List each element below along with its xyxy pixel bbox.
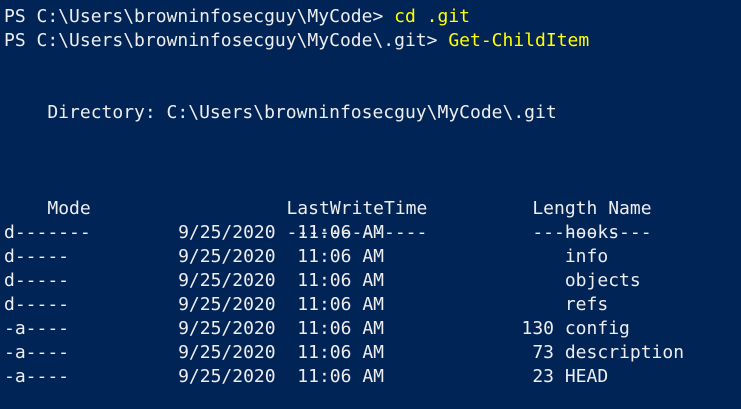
row-time: 11:06 AM: [297, 294, 384, 315]
row-mode: d-----: [4, 222, 70, 243]
row-mode: -a----: [4, 342, 70, 363]
table-header: Mode LastWriteTime Length Name: [4, 173, 741, 219]
row-lastwritetime: 9/25/2020 11:06 AM: [134, 269, 384, 293]
row-date: 9/25/2020: [178, 270, 276, 291]
row-length: 73: [532, 342, 554, 363]
command-text: Get-ChildItem: [448, 30, 590, 51]
row-name: HEAD: [564, 366, 609, 387]
table-row: d----- 9/25/2020 11:06 AM refs: [4, 293, 741, 317]
row-mode: -a----: [4, 366, 70, 387]
row-time: 11:06 AM: [297, 246, 384, 267]
row-name: info: [564, 246, 609, 267]
row-lastwritetime: 9/25/2020 11:06 AM: [134, 245, 384, 269]
row-lastwritetime: 9/25/2020 11:06 AM: [134, 365, 384, 389]
header-lastwritetime: LastWriteTime: [286, 198, 428, 219]
prompt-line-1: PS C:\Users\browninfosecguy\MyCode> cd .…: [4, 5, 741, 29]
directory-listing: d----- 9/25/2020 11:06 AM hooks d----- 9/25…: [4, 221, 741, 389]
row-date: 9/25/2020: [178, 318, 276, 339]
row-name: description: [564, 342, 685, 363]
header-name: Name: [608, 198, 652, 219]
row-date: 9/25/2020: [178, 294, 276, 315]
header-length: Length: [532, 198, 598, 219]
row-date: 9/25/2020: [178, 222, 276, 243]
row-mode: -a----: [4, 318, 70, 339]
row-mode: d-----: [4, 270, 70, 291]
row-time: 11:06 AM: [297, 222, 384, 243]
directory-line: Directory: C:\Users\browninfosecguy\MyCo…: [4, 102, 557, 123]
table-row: d----- 9/25/2020 11:06 AM info: [4, 245, 741, 269]
prompt-text: PS C:\Users\browninfosecguy\MyCode>: [4, 6, 395, 27]
table-row: -a---- 9/25/2020 11:06 AM 73 description: [4, 341, 741, 365]
row-name: refs: [564, 294, 609, 315]
table-row: -a---- 9/25/2020 11:06 AM 130 config: [4, 317, 741, 341]
row-mode: d-----: [4, 246, 70, 267]
row-name: config: [564, 318, 630, 339]
row-lastwritetime: 9/25/2020 11:06 AM: [134, 221, 384, 245]
row-name: objects: [564, 270, 641, 291]
row-length: 130: [521, 318, 554, 339]
row-time: 11:06 AM: [297, 366, 384, 387]
row-date: 9/25/2020: [178, 246, 276, 267]
row-time: 11:06 AM: [297, 318, 384, 339]
row-name: hooks: [564, 222, 620, 243]
powershell-console[interactable]: PS C:\Users\browninfosecguy\MyCode> cd .…: [0, 0, 741, 409]
row-length: 23: [532, 366, 554, 387]
row-time: 11:06 AM: [297, 342, 384, 363]
prompt-line-2: PS C:\Users\browninfosecguy\MyCode\.git>…: [4, 29, 741, 53]
prompt-text: PS C:\Users\browninfosecguy\MyCode\.git>: [4, 30, 449, 51]
row-date: 9/25/2020: [178, 366, 276, 387]
row-lastwritetime: 9/25/2020 11:06 AM: [134, 317, 384, 341]
row-time: 11:06 AM: [297, 270, 384, 291]
row-lastwritetime: 9/25/2020 11:06 AM: [134, 341, 384, 365]
header-mode: Mode: [47, 198, 91, 219]
row-lastwritetime: 9/25/2020 11:06 AM: [134, 293, 384, 317]
table-row: -a---- 9/25/2020 11:06 AM 23 HEAD: [4, 365, 741, 389]
command-text: cd .git: [394, 6, 470, 27]
table-row: d----- 9/25/2020 11:06 AM objects: [4, 269, 741, 293]
row-mode: d-----: [4, 294, 70, 315]
row-date: 9/25/2020: [178, 342, 276, 363]
